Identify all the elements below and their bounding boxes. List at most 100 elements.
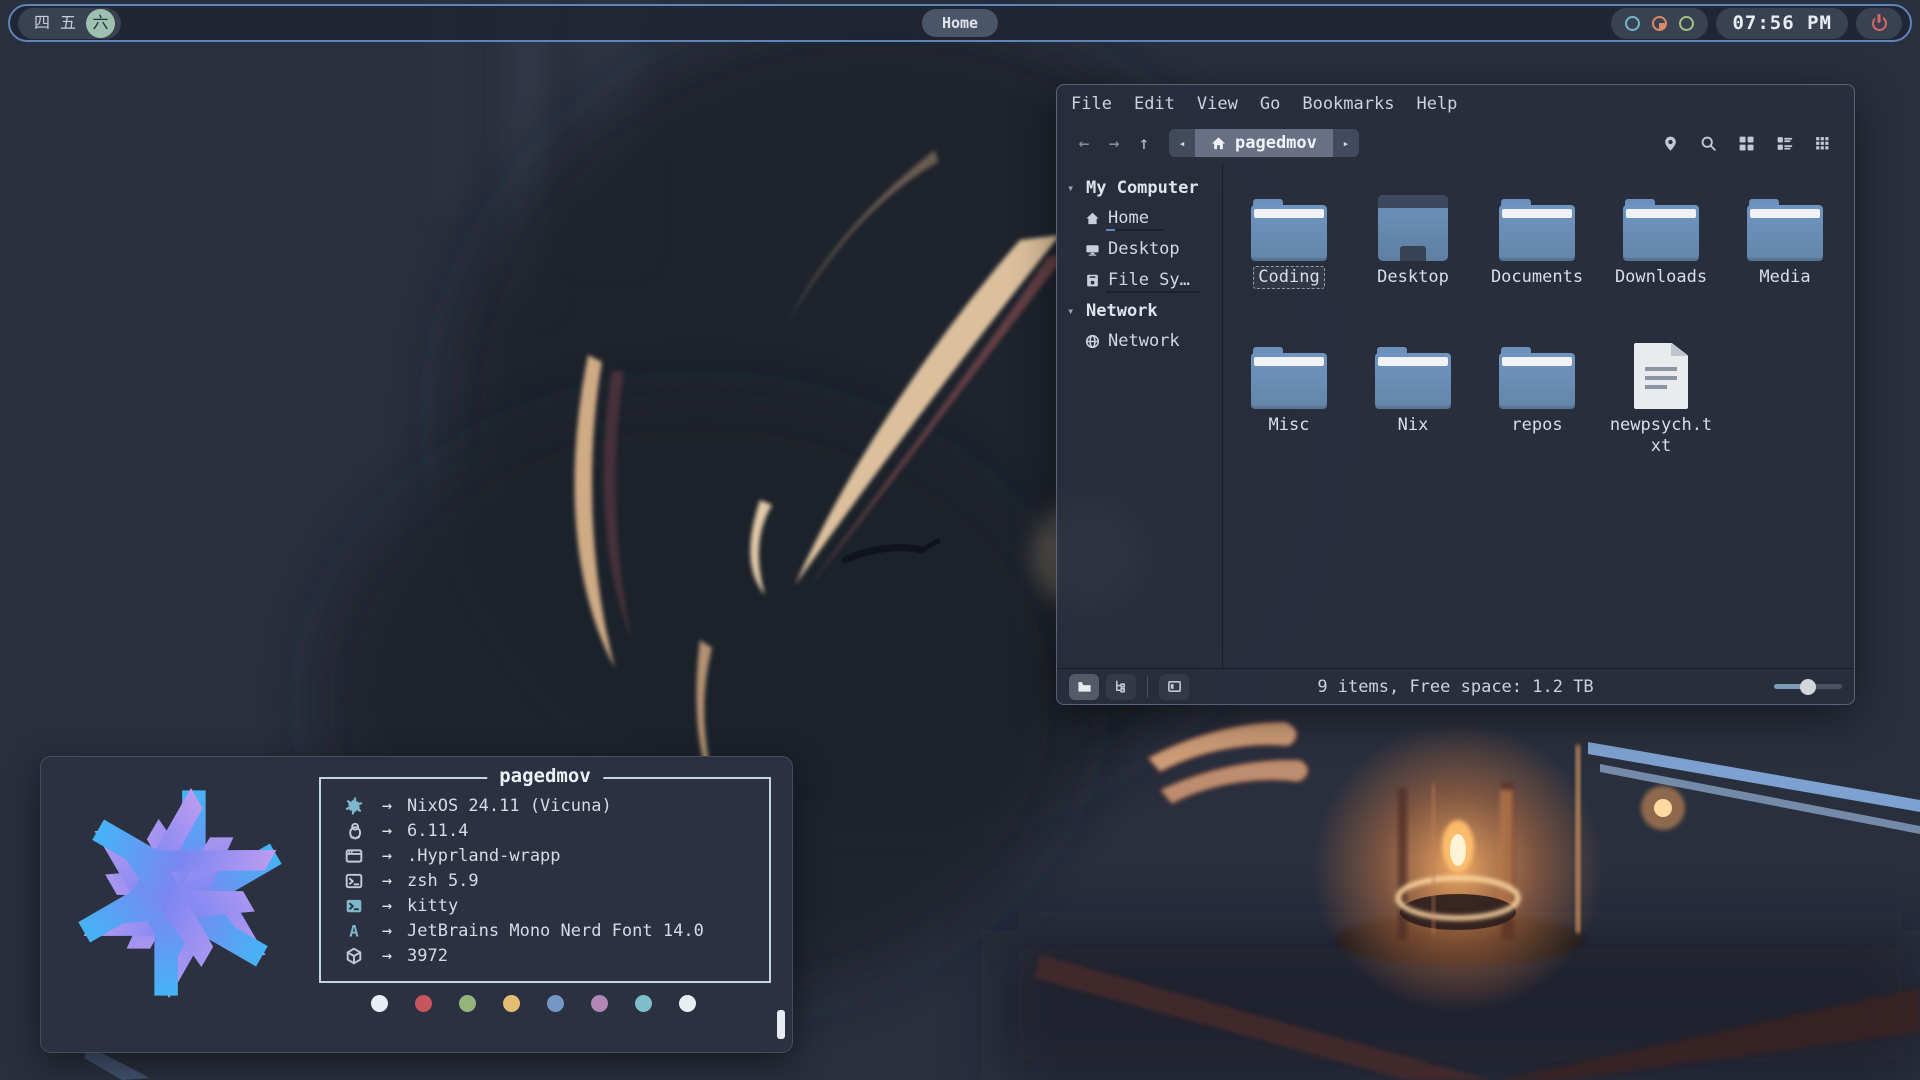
palette-dot-7 (679, 995, 696, 1012)
fetch-rows: → NixOS 24.11 (Vicuna) → 6.11.4 → .Hyprl… (321, 779, 769, 968)
arrow-icon: → (367, 796, 407, 816)
file-label: Coding (1253, 266, 1324, 289)
tree-icon (1114, 679, 1129, 694)
icon-view-button[interactable] (1734, 131, 1758, 155)
forward-button[interactable]: → (1099, 129, 1129, 157)
file-coding[interactable]: Coding (1230, 189, 1348, 337)
panel-toggle-button[interactable] (1159, 674, 1189, 700)
places-button[interactable] (1658, 131, 1682, 155)
tree-view-button[interactable] (1106, 674, 1136, 700)
folder-icon (1499, 199, 1575, 261)
arrow-icon: → (367, 946, 407, 966)
compact-view-button[interactable] (1810, 131, 1834, 155)
sidebar-item-desktop[interactable]: Desktop (1057, 234, 1222, 265)
terminal-icon (345, 897, 363, 915)
toolbar: ← → ↑ ◂ pagedmov ▸ (1057, 121, 1854, 165)
list-view-icon (1776, 135, 1793, 152)
home-icon (1211, 136, 1226, 151)
menu-go[interactable]: Go (1249, 94, 1291, 118)
palette-dot-1 (415, 995, 432, 1012)
workspace-2[interactable]: 五 (60, 15, 76, 31)
folder-icon (1077, 679, 1092, 694)
file-newpsych-txt[interactable]: newpsych.txt (1602, 337, 1720, 485)
tray-blue-ring[interactable] (1625, 16, 1640, 31)
svg-text:A: A (349, 922, 359, 940)
zoom-slider-knob[interactable] (1800, 679, 1816, 695)
fetch-value: 6.11.4 (407, 821, 468, 841)
home-icon (1085, 211, 1100, 226)
arrow-icon: → (367, 846, 407, 866)
tray-pill (1611, 8, 1708, 39)
clock[interactable]: 07:56 PM (1716, 8, 1848, 39)
menu-file[interactable]: File (1071, 94, 1123, 118)
desktop-icon (1085, 242, 1100, 257)
current-path-tab[interactable]: pagedmov (1195, 129, 1333, 157)
fetch-value: 3972 (407, 946, 448, 966)
palette-dot-3 (503, 995, 520, 1012)
file-downloads[interactable]: Downloads (1602, 189, 1720, 337)
tab-scroll-right-icon[interactable]: ▸ (1333, 129, 1359, 157)
palette-dot-0 (371, 995, 388, 1012)
zoom-slider[interactable] (1774, 684, 1842, 689)
file-desktop[interactable]: Desktop (1354, 189, 1472, 337)
expander-icon[interactable]: ▾ (1067, 181, 1077, 195)
up-button[interactable]: ↑ (1129, 129, 1159, 157)
font-icon: A (345, 922, 363, 940)
tray-orange-ring[interactable] (1652, 16, 1667, 31)
menu-help[interactable]: Help (1405, 94, 1468, 118)
sidebar-item-network[interactable]: Network (1057, 326, 1222, 357)
tray-green-ring[interactable] (1679, 16, 1694, 31)
folder-view-button[interactable] (1069, 674, 1099, 700)
fetch-row-shell: → zsh 5.9 (341, 868, 769, 893)
sidebar-header-network[interactable]: ▾Network (1057, 296, 1222, 326)
expander-icon[interactable]: ▾ (1067, 304, 1077, 318)
scrollbar-thumb[interactable] (777, 1010, 785, 1039)
file-documents[interactable]: Documents (1478, 189, 1596, 337)
folder-icon (1499, 347, 1575, 409)
fetch-row-linux-kernel: → 6.11.4 (341, 818, 769, 843)
top-bar: 四五六 Home 07:56 PM (8, 4, 1912, 42)
sidebar-header-my-computer[interactable]: ▾My Computer (1057, 173, 1222, 203)
file-media[interactable]: Media (1726, 189, 1844, 337)
menu-view[interactable]: View (1186, 94, 1249, 118)
arrow-icon: → (367, 871, 407, 891)
folder-icon (1623, 199, 1699, 261)
file-label: Misc (1264, 414, 1315, 437)
folder-icon (1375, 347, 1451, 409)
workspace-3-active[interactable]: 六 (86, 9, 115, 38)
file-nix[interactable]: Nix (1354, 337, 1472, 485)
divider (1147, 676, 1148, 698)
fetch-row-terminal: → kitty (341, 893, 769, 918)
fetch-value: zsh 5.9 (407, 871, 479, 891)
nixos-icon (341, 797, 367, 815)
sidebar-item-filesy[interactable]: File Sy… (1057, 265, 1222, 296)
file-label: newpsych.txt (1602, 414, 1720, 458)
back-button[interactable]: ← (1069, 129, 1099, 157)
list-view-button[interactable] (1772, 131, 1796, 155)
menu-edit[interactable]: Edit (1123, 94, 1186, 118)
active-window-title: Home (922, 9, 998, 37)
packages-icon (345, 947, 363, 965)
fetch-value: NixOS 24.11 (Vicuna) (407, 796, 612, 816)
status-bar: 9 items, Free space: 1.2 TB (1057, 668, 1854, 704)
path-bar: ◂ pagedmov ▸ (1169, 129, 1359, 157)
power-button[interactable] (1856, 8, 1902, 39)
side-panel-icon (1167, 679, 1182, 694)
bar-right-group: 07:56 PM (1611, 8, 1902, 39)
file-label: Documents (1486, 266, 1588, 289)
text-file-icon (1634, 343, 1688, 409)
terminal-icon (341, 897, 367, 915)
search-button[interactable] (1696, 131, 1720, 155)
file-misc[interactable]: Misc (1230, 337, 1348, 485)
shell-icon (345, 872, 363, 890)
terminal-window: pagedmov → NixOS 24.11 (Vicuna) → 6.11.4… (40, 756, 793, 1053)
file-repos[interactable]: repos (1478, 337, 1596, 485)
sidebar-item-home[interactable]: Home (1057, 203, 1222, 234)
fetch-value: kitty (407, 896, 458, 916)
file-label: Downloads (1610, 266, 1712, 289)
menu-bookmarks[interactable]: Bookmarks (1291, 94, 1405, 118)
shell-icon (341, 872, 367, 890)
tab-scroll-left-icon[interactable]: ◂ (1169, 129, 1195, 157)
workspace-1[interactable]: 四 (34, 15, 50, 31)
nixos-logo (71, 783, 289, 1003)
